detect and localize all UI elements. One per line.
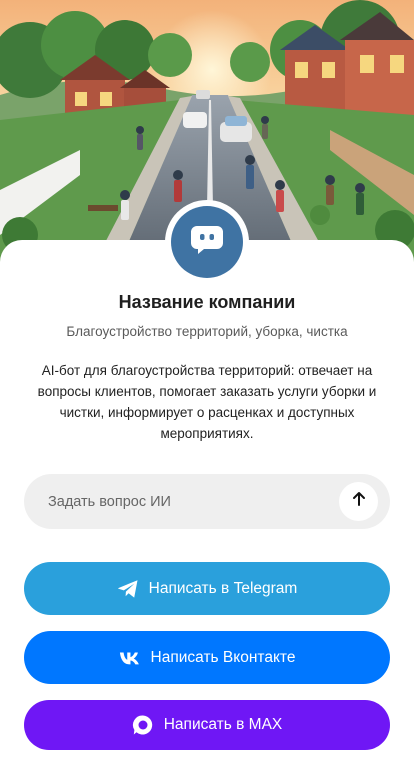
send-button[interactable] — [339, 482, 378, 521]
telegram-button[interactable]: Написать в Telegram — [24, 562, 390, 615]
company-avatar — [165, 200, 249, 284]
company-name: Название компании — [118, 292, 296, 312]
chat-bot-icon — [190, 225, 224, 260]
max-button[interactable]: Написать в MAX — [24, 700, 390, 750]
vk-label: Написать Вконтакте — [150, 648, 296, 666]
max-icon — [132, 714, 154, 736]
vk-icon — [119, 647, 141, 669]
telegram-label: Написать в Telegram — [148, 579, 298, 597]
app-screen: Название компании Благоустройство террит… — [0, 0, 414, 770]
arrow-up-icon — [351, 491, 367, 512]
max-label: Написать в MAX — [163, 716, 283, 733]
company-description: AI-бот для благоустройства территорий: о… — [37, 363, 377, 441]
ask-ai-box — [24, 474, 390, 529]
vk-button[interactable]: Написать Вконтакте — [24, 631, 390, 684]
ask-ai-input[interactable] — [24, 474, 324, 529]
avatar-circle — [171, 206, 243, 278]
telegram-icon — [117, 578, 139, 600]
company-tagline: Благоустройство территорий, уборка, чист… — [66, 324, 348, 339]
